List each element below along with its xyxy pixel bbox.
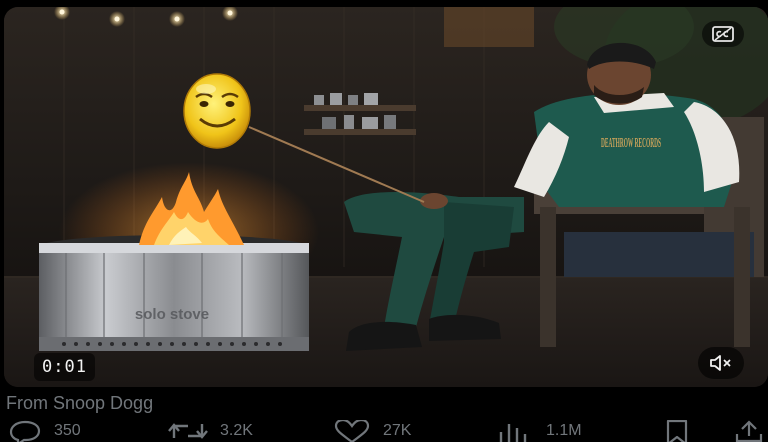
reply-icon bbox=[9, 420, 41, 442]
video-timestamp: 0:01 bbox=[34, 353, 95, 381]
repost-icon bbox=[168, 423, 208, 439]
post-action-bar: 350 3.2K 27K 1.1M bbox=[0, 420, 768, 442]
mute-button[interactable] bbox=[698, 347, 744, 379]
video-frame: DEATHROW RECORDS solo stove bbox=[4, 7, 768, 387]
brand-text: solo stove bbox=[135, 306, 209, 323]
reply-count: 350 bbox=[54, 422, 81, 439]
views-button[interactable]: 1.1M bbox=[498, 420, 582, 442]
captions-button[interactable] bbox=[702, 21, 744, 47]
share-icon bbox=[735, 420, 763, 442]
source-attribution[interactable]: From Snoop Dogg bbox=[6, 393, 153, 414]
view-count: 1.1M bbox=[546, 422, 582, 439]
bookmark-icon bbox=[666, 420, 688, 442]
like-count: 27K bbox=[383, 422, 412, 439]
emoji-face-icon bbox=[183, 73, 251, 149]
reply-button[interactable]: 350 bbox=[8, 420, 81, 442]
bar-chart-icon bbox=[499, 424, 527, 442]
like-button[interactable]: 27K bbox=[333, 420, 411, 442]
repost-count: 3.2K bbox=[220, 422, 253, 439]
video-player[interactable]: DEATHROW RECORDS solo stove 0:01 bbox=[4, 7, 768, 387]
repost-button[interactable]: 3.2K bbox=[168, 420, 253, 442]
heart-icon bbox=[334, 420, 370, 442]
bookmark-button[interactable] bbox=[662, 420, 704, 442]
jacket-text: DEATHROW RECORDS bbox=[601, 136, 661, 151]
closed-captions-icon bbox=[712, 26, 734, 42]
share-button[interactable] bbox=[734, 420, 768, 442]
speaker-muted-icon bbox=[710, 355, 731, 371]
